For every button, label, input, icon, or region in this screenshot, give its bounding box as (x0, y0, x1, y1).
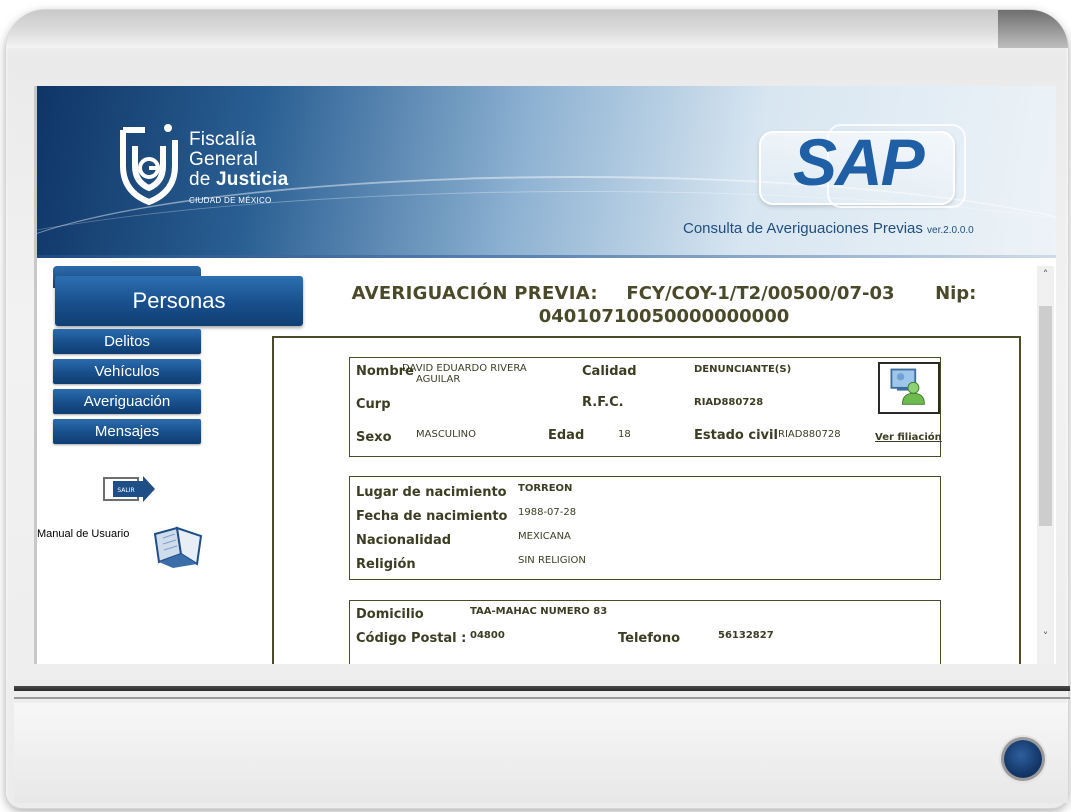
domicilio-value: TAA-MAHAC NUMERO 83 (470, 606, 608, 617)
rfc-label: R.F.C. (582, 395, 624, 410)
rfc-value: RIAD880728 (694, 397, 764, 408)
case-number: FCY/COY-1/T2/00500/07-03 (626, 283, 895, 304)
nacionalidad-value: MEXICANA (518, 531, 571, 542)
codigo-postal-value: 04800 (470, 630, 505, 641)
edad-label: Edad (548, 428, 585, 443)
app-screen: Fiscalía General de Justicia CIUDAD DE M… (34, 86, 1056, 664)
nombre-value-1: DAVID EDUARDO RIVERA (402, 363, 527, 374)
ver-filiacion-link[interactable]: Ver filiación (875, 432, 942, 443)
sidebar-item-delitos[interactable]: Delitos (53, 329, 201, 354)
calidad-label: Calidad (582, 364, 637, 379)
fgj-logo-icon (120, 124, 178, 206)
sexo-label: Sexo (356, 430, 392, 445)
curp-label: Curp (356, 397, 391, 412)
case-title: AVERIGUACIÓN PREVIA: FCY/COY-1/T2/00500/… (319, 282, 1009, 328)
app-subtitle: Consulta de Averiguaciones Previas ver.2… (683, 220, 974, 237)
chevron-down-icon[interactable]: ˅ (1037, 628, 1054, 645)
details-panel: Nombre DAVID EDUARDO RIVERA AGUILAR Cali… (272, 336, 1021, 664)
sidebar-item-mensajes[interactable]: Mensajes (53, 419, 201, 444)
person-photo-icon (890, 368, 925, 405)
logo-line-3: de Justicia (189, 170, 288, 190)
app-subtitle-text: Consulta de Averiguaciones Previas (683, 220, 928, 237)
photo-button[interactable] (878, 362, 940, 414)
lugar-nacimiento-label: Lugar de nacimiento (356, 485, 507, 500)
user-manual-link[interactable]: Manual de Usuario (37, 528, 129, 540)
exit-button[interactable]: SALIR (103, 476, 155, 502)
sidebar: Personas Delitos Vehículos Averiguación … (37, 258, 307, 664)
case-title-label: AVERIGUACIÓN PREVIA: (351, 283, 598, 304)
logo-line-1: Fiscalía (189, 129, 257, 150)
sap-logo-text: SAP (793, 125, 925, 199)
nip-value: 04010710050000000000 (538, 306, 790, 327)
app-version: ver.2.0.0.0 (927, 225, 974, 236)
logo-line-2: General (189, 149, 258, 170)
exit-button-label: SALIR (117, 487, 134, 494)
device-top-bar (6, 10, 1068, 48)
fecha-nacimiento-value: 1988-07-28 (518, 507, 577, 518)
religion-label: Religión (356, 557, 416, 572)
device-divider-light (14, 697, 1070, 699)
telefono-label: Telefono (618, 631, 681, 646)
telefono-value: 56132827 (718, 630, 774, 641)
chevron-up-icon[interactable]: ˄ (1037, 266, 1054, 283)
sidebar-item-personas[interactable]: Personas (55, 276, 303, 326)
estado-civil-value: RIAD880728 (778, 429, 841, 440)
device-divider (14, 686, 1070, 691)
domicilio-label: Domicilio (356, 607, 424, 622)
power-button[interactable] (1004, 740, 1042, 778)
sexo-value: MASCULINO (416, 429, 476, 440)
sidebar-item-averiguacion[interactable]: Averiguación (53, 389, 201, 414)
religion-value: SIN RELIGION (518, 555, 586, 566)
logo-line-3-prefix: de (189, 169, 217, 190)
nombre-value-2: AGUILAR (416, 374, 461, 385)
app-header: Fiscalía General de Justicia CIUDAD DE M… (37, 86, 1056, 258)
codigo-postal-label: Código Postal : (356, 631, 467, 646)
lugar-nacimiento-value: TORREON (518, 483, 573, 494)
calidad-value: DENUNCIANTE(S) (694, 364, 792, 375)
sidebar-item-vehiculos[interactable]: Vehículos (53, 359, 201, 384)
person-card: Nombre DAVID EDUARDO RIVERA AGUILAR Cali… (349, 357, 942, 457)
nip-label: Nip: (935, 283, 977, 304)
address-card: Domicilio TAA-MAHAC NUMERO 83 Código Pos… (349, 600, 941, 664)
estado-civil-label: Estado civil (694, 428, 778, 443)
fecha-nacimiento-label: Fecha de nacimiento (356, 509, 508, 524)
logo-line-4: CIUDAD DE MÉXICO (189, 196, 272, 205)
nacionalidad-label: Nacionalidad (356, 533, 452, 548)
device-bottom-panel (14, 703, 1068, 803)
book-icon[interactable] (151, 524, 207, 568)
scroll-thumb[interactable] (1039, 306, 1052, 526)
fgj-logo-text: Fiscalía General de Justicia CIUDAD DE M… (189, 129, 288, 206)
content-scrollbar[interactable]: ˄ ˅ (1037, 266, 1054, 664)
birth-card: Lugar de nacimiento TORREON Fecha de nac… (349, 476, 941, 580)
edad-value: 18 (618, 429, 631, 440)
logo-line-3-bold: Justicia (216, 169, 289, 190)
